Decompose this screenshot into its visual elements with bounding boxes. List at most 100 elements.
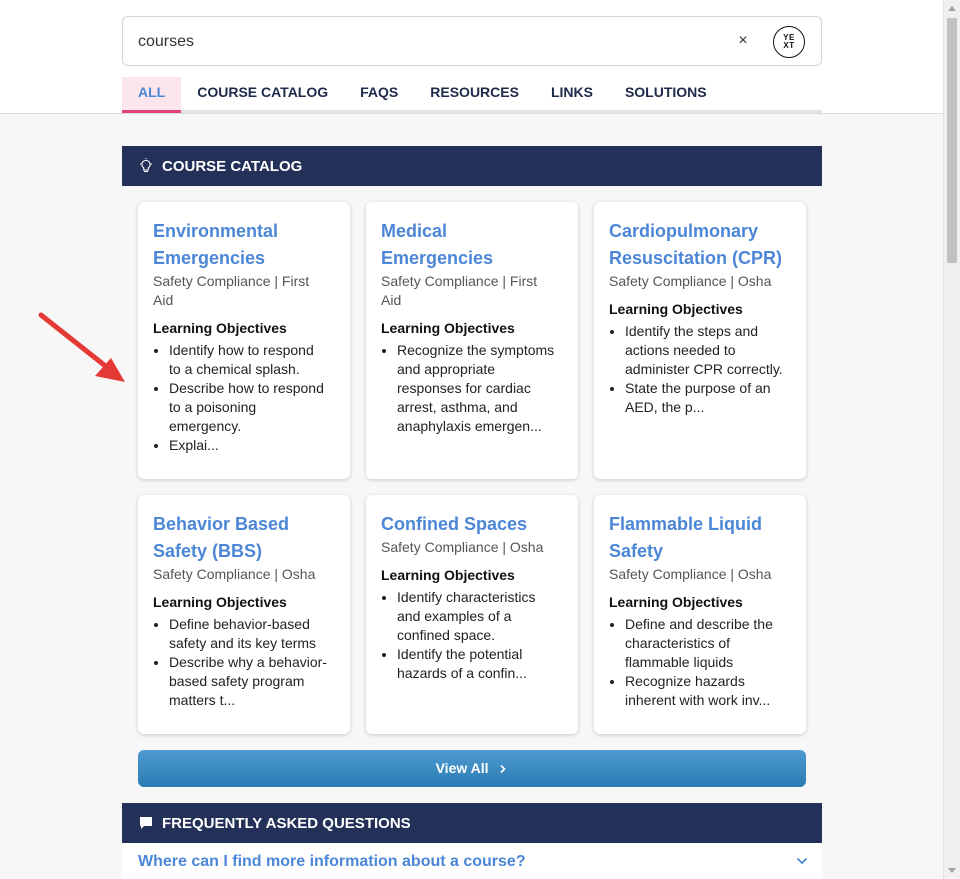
- learning-objectives-label: Learning Objectives: [609, 301, 743, 317]
- course-subtitle-line: Aid: [381, 292, 402, 308]
- objective-line: Identify the potential: [397, 646, 523, 662]
- course-card: Confined Spaces Safety Compliance | Osha L…: [366, 495, 578, 734]
- faq-title: FREQUENTLY ASKED QUESTIONS: [162, 814, 411, 832]
- clear-search-button[interactable]: ×: [731, 29, 755, 53]
- course-subtitle: Safety Compliance | Osha: [609, 565, 791, 584]
- faq-question[interactable]: Where can I find more information about …: [138, 853, 526, 870]
- course-card: Behavior Based Safety (BBS) Safety Complia…: [138, 495, 350, 734]
- course-title-line: Safety: [609, 541, 664, 561]
- chevron-right-icon: [500, 764, 507, 774]
- course-card: Cardiopulmonary Resuscitation (CPR) Safety…: [594, 202, 806, 479]
- chevron-down-icon[interactable]: [796, 855, 808, 867]
- top-bar: × YE XT ALLCOURSE CATALOGFAQSRESOURCESLI…: [0, 0, 943, 114]
- objective-line: confined space.: [397, 627, 496, 643]
- objective-line: based safety program: [169, 673, 305, 689]
- course-subtitle: Safety Compliance | First Aid: [381, 272, 563, 310]
- objective-item: Describe why a behavior-based safety pro…: [169, 653, 335, 710]
- red-arrow-annotation: [38, 312, 125, 382]
- faq-item[interactable]: Where can I find more information about …: [122, 843, 822, 879]
- search-bar: × YE XT: [122, 16, 822, 66]
- objective-item: Identify how to respond to a chemical spl…: [169, 341, 335, 379]
- scrollbar[interactable]: [943, 0, 960, 879]
- objective-line: Explai...: [169, 437, 219, 453]
- objective-line: AED, the p...: [625, 399, 705, 415]
- objective-line: Describe how to respond: [169, 380, 324, 396]
- objective-line: matters t...: [169, 692, 236, 708]
- learning-objectives-label: Learning Objectives: [153, 320, 287, 336]
- scroll-down-arrow[interactable]: [948, 868, 956, 873]
- objective-line: characteristics of: [625, 635, 731, 651]
- learning-objectives-label: Learning Objectives: [609, 594, 743, 610]
- course-title-link[interactable]: Medical Emergencies: [381, 218, 563, 272]
- learning-objectives-label: Learning Objectives: [381, 320, 515, 336]
- objectives-list: Identify how to respond to a chemical spl…: [153, 341, 335, 455]
- course-subtitle: Safety Compliance | Osha: [381, 538, 563, 557]
- course-subtitle: Safety Compliance | First Aid: [153, 272, 335, 310]
- course-title-line: Confined Spaces: [381, 514, 528, 534]
- learning-objectives-label: Learning Objectives: [381, 567, 515, 583]
- vertical-tabs: ALL COURSE CATALOG FAQS RESOURCES LINKS SOLUT…: [122, 77, 822, 113]
- objective-item: Recognize the symptoms and appropriate res…: [397, 341, 563, 436]
- chat-bubble-icon: [140, 817, 152, 829]
- objective-line: Describe why a behavior-: [169, 654, 327, 670]
- tab-links[interactable]: LINKS: [535, 77, 609, 113]
- course-title-line: Environmental: [153, 221, 279, 241]
- objective-item: Recognize hazards inherent with work inv.…: [625, 672, 791, 710]
- objective-line: emergency.: [169, 418, 242, 434]
- tab-all[interactable]: ALL: [122, 77, 182, 113]
- scroll-up-arrow[interactable]: [948, 6, 956, 11]
- objective-line: Recognize the symptoms: [397, 342, 555, 358]
- search-input[interactable]: [138, 29, 698, 55]
- course-subtitle-line: Safety Compliance | Osha: [609, 273, 772, 289]
- course-title-link[interactable]: Cardiopulmonary Resuscitation (CPR): [609, 218, 791, 272]
- course-title-link[interactable]: Environmental Emergencies: [153, 218, 335, 272]
- objective-line: Identify the steps and: [625, 323, 759, 339]
- course-title-link[interactable]: Confined Spaces: [381, 511, 563, 538]
- course-subtitle-line: Safety Compliance | Osha: [153, 566, 316, 582]
- course-catalog-title: COURSE CATALOG: [162, 157, 303, 175]
- objective-item: Identify the potential hazards of a confi…: [397, 645, 563, 683]
- course-title-line: Safety (BBS): [153, 541, 263, 561]
- objective-line: arrest, asthma, and: [397, 399, 518, 415]
- course-subtitle-line: Safety Compliance | Osha: [381, 539, 544, 555]
- course-title-link[interactable]: Behavior Based Safety (BBS): [153, 511, 335, 565]
- objective-line: and appropriate: [397, 361, 496, 377]
- objective-line: actions needed to: [625, 342, 736, 358]
- tab-course-catalog[interactable]: COURSE CATALOG: [181, 77, 344, 113]
- course-title-line: Resuscitation (CPR): [609, 248, 783, 268]
- objective-line: Identify how to respond: [169, 342, 314, 358]
- view-all-button[interactable]: View All: [138, 750, 806, 787]
- scrollbar-thumb[interactable]: [947, 18, 957, 263]
- tab-resources[interactable]: RESOURCES: [414, 77, 535, 113]
- tab-faqs[interactable]: FAQS: [344, 77, 414, 113]
- course-title-line: Flammable Liquid: [609, 514, 763, 534]
- objectives-list: Identify characteristics and examples of …: [381, 588, 563, 683]
- course-title-line: Cardiopulmonary: [609, 221, 759, 241]
- course-title-link[interactable]: Flammable Liquid Safety: [609, 511, 791, 565]
- course-card: Medical Emergencies Safety Compliance | F…: [366, 202, 578, 479]
- objectives-list: Define behavior-based safety and its key …: [153, 615, 335, 710]
- objective-line: inherent with work inv...: [625, 692, 771, 708]
- course-title-line: Medical Emergencies: [381, 221, 494, 268]
- yext-logo: YE XT: [773, 26, 805, 58]
- objective-item: Identify the steps and actions needed to a…: [625, 322, 791, 379]
- objective-item: Define and describe the characteristics o…: [625, 615, 791, 672]
- objective-line: flammable liquids: [625, 654, 734, 670]
- course-title-line: Behavior Based: [153, 514, 290, 534]
- course-subtitle-line: Safety Compliance | First: [381, 273, 538, 289]
- objectives-list: Define and describe the characteristics o…: [609, 615, 791, 710]
- course-subtitle: Safety Compliance | Osha: [609, 272, 791, 291]
- lightbulb-icon: [140, 158, 152, 173]
- objective-line: safety and its key terms: [169, 635, 317, 651]
- faq-header: FREQUENTLY ASKED QUESTIONS: [122, 803, 822, 843]
- objective-line: hazards of a confin...: [397, 665, 527, 681]
- course-card: Flammable Liquid Safety Safety Compliance …: [594, 495, 806, 734]
- objective-line: administer CPR correctly.: [625, 361, 783, 377]
- objective-line: to a chemical splash.: [169, 361, 300, 377]
- objective-line: Identify characteristics: [397, 589, 536, 605]
- objective-line: State the purpose of an: [625, 380, 771, 396]
- course-subtitle-line: Safety Compliance | First: [153, 273, 310, 289]
- course-title-line: Emergencies: [153, 248, 266, 268]
- objective-line: Define and describe the: [625, 616, 773, 632]
- tab-solutions[interactable]: SOLUTIONS: [609, 77, 723, 113]
